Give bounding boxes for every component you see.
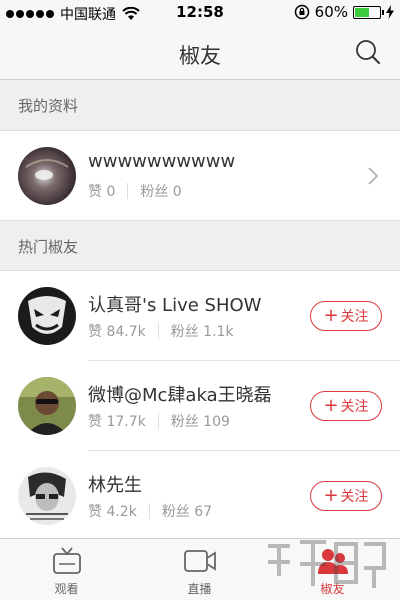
plus-icon: + (323, 485, 339, 506)
rotation-lock-icon (294, 4, 309, 20)
tab-bar: 观看 直播 椒友 (0, 538, 400, 600)
battery-icon (353, 5, 384, 19)
avatar (18, 467, 76, 525)
likes-count: 赞 0 (88, 184, 116, 200)
section-header-hot-users: 热门椒友 (0, 220, 400, 270)
divider (127, 183, 129, 199)
follow-label: 关注 (340, 309, 369, 325)
follow-button[interactable]: + 关注 (310, 481, 382, 511)
profile-stats: 赞 0 粉丝 0 (88, 181, 182, 201)
user-stats: 赞 17.7k 粉丝 109 (88, 411, 230, 431)
chevron-right-icon (368, 167, 378, 185)
list-item[interactable]: 微博@Mc肆aka王晓磊 赞 17.7k 粉丝 109 + 关注 (0, 361, 400, 451)
fans-count: 粉丝 0 (140, 184, 182, 200)
plus-icon: + (323, 305, 339, 326)
battery-percent: 60% (314, 3, 348, 21)
user-stats: 赞 84.7k 粉丝 1.1k (88, 321, 234, 341)
list-item[interactable]: 林先生 赞 4.2k 粉丝 67 + 关注 (0, 451, 400, 538)
follow-button[interactable]: + 关注 (310, 391, 382, 421)
likes-count: 赞 17.7k (88, 414, 146, 430)
tab-live[interactable]: 直播 (133, 539, 266, 600)
fans-count: 粉丝 67 (161, 504, 213, 520)
page-title: 椒友 (179, 44, 221, 68)
tab-label: 直播 (187, 582, 212, 596)
my-profile-card[interactable]: wwwwwwwwww 赞 0 粉丝 0 (0, 130, 400, 220)
status-bar: 中国联通 12:58 60% (0, 0, 400, 26)
likes-count: 赞 84.7k (88, 324, 146, 340)
fans-count: 粉丝 1.1k (170, 324, 234, 340)
user-name: 林先生 (88, 475, 142, 496)
follow-label: 关注 (340, 399, 369, 415)
friends-icon (317, 549, 348, 574)
nav-bar: 椒友 (0, 26, 400, 80)
tab-watch[interactable]: 观看 (0, 539, 133, 600)
user-stats: 赞 4.2k 粉丝 67 (88, 501, 212, 521)
tab-label: 观看 (54, 582, 79, 596)
fans-count: 粉丝 109 (170, 414, 230, 430)
avatar (18, 287, 76, 345)
search-icon[interactable] (354, 38, 382, 66)
avatar (18, 147, 76, 205)
tv-icon (52, 547, 81, 574)
hot-users-list: 认真哥's Live SHOW 赞 84.7k 粉丝 1.1k + 关注 微博@… (0, 270, 400, 538)
divider (157, 413, 159, 429)
user-name: 微博@Mc肆aka王晓磊 (88, 385, 272, 406)
charging-bolt-icon (386, 5, 394, 19)
user-name: 认真哥's Live SHOW (88, 295, 262, 316)
avatar (18, 377, 76, 435)
profile-name: wwwwwwwwww (88, 151, 236, 172)
follow-button[interactable]: + 关注 (310, 301, 382, 331)
follow-label: 关注 (340, 489, 369, 505)
video-camera-icon (183, 550, 216, 572)
status-right: 60% (294, 3, 394, 21)
section-header-my-profile: 我的资料 (0, 80, 400, 130)
divider (157, 323, 159, 339)
likes-count: 赞 4.2k (88, 504, 137, 520)
list-item[interactable]: 认真哥's Live SHOW 赞 84.7k 粉丝 1.1k + 关注 (0, 271, 400, 361)
tab-label: 椒友 (320, 582, 345, 596)
plus-icon: + (323, 395, 339, 416)
tab-friends[interactable]: 椒友 (266, 539, 399, 600)
divider (148, 503, 150, 519)
